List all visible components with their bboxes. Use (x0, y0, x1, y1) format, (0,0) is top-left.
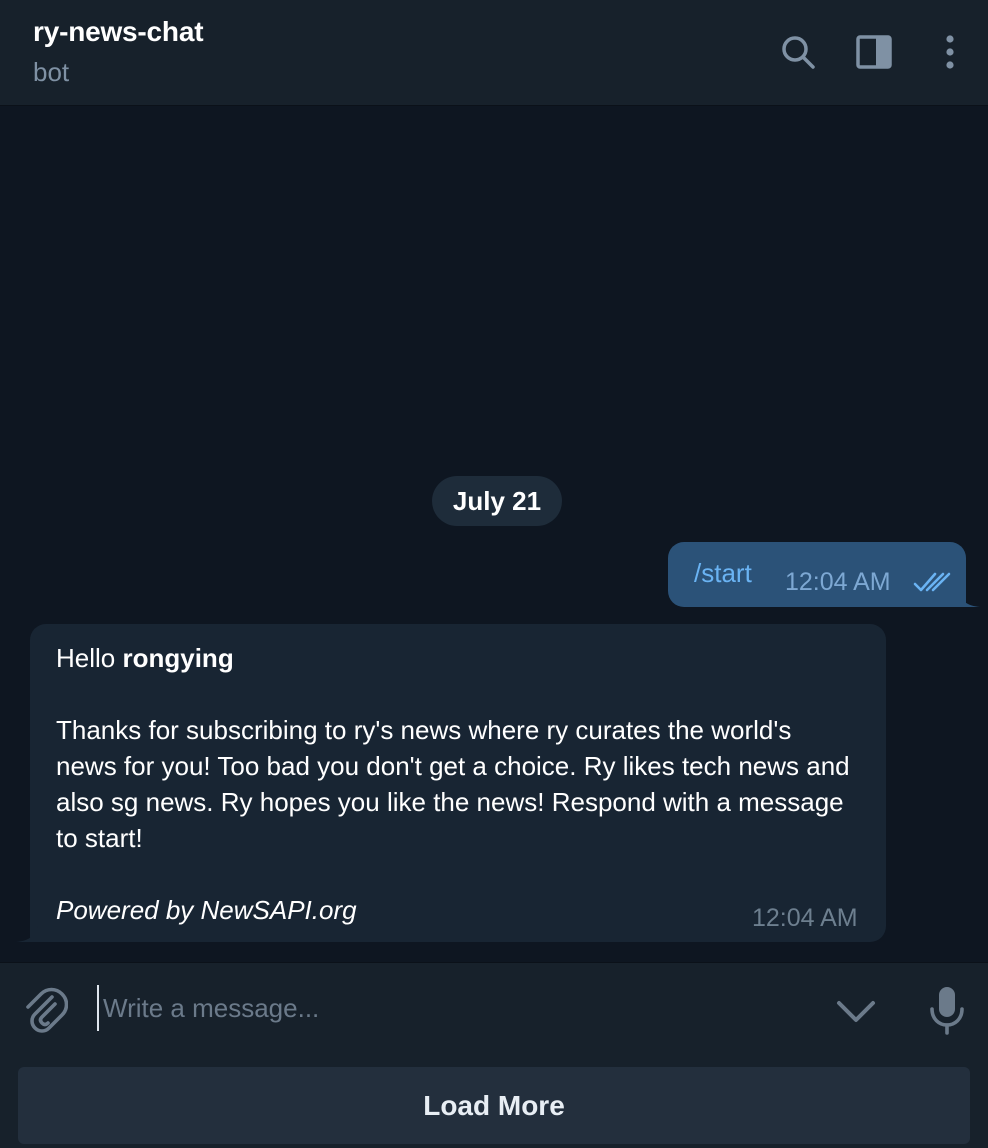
more-vertical-icon (946, 35, 954, 69)
message-composer: Load More (0, 962, 988, 1148)
powered-by-line: Powered by NewSAPI.org (56, 895, 357, 925)
more-menu-button[interactable] (930, 30, 970, 74)
outgoing-message-time: 12:04 AM (785, 568, 891, 596)
message-input[interactable] (97, 985, 797, 1031)
load-more-button[interactable]: Load More (18, 1067, 970, 1144)
incoming-message-body[interactable]: Hello rongying Thanks for subscribing to… (56, 640, 856, 928)
outgoing-message-text[interactable]: /start (694, 558, 752, 589)
date-separator: July 21 (432, 476, 562, 526)
chat-status: bot (33, 57, 70, 87)
greeting-line: Hello rongying (56, 640, 856, 676)
double-check-icon (913, 572, 951, 592)
sidebar-toggle-button[interactable] (854, 30, 894, 74)
outgoing-bubble-tail (958, 591, 980, 607)
message-list[interactable]: July 21 /start 12:04 AM Hello rongying T… (0, 107, 988, 962)
chat-header: ry-news-chat bot (0, 0, 988, 106)
sidebar-toggle-icon (856, 35, 892, 69)
incoming-message-time: 12:04 AM (752, 904, 858, 932)
search-icon (782, 36, 815, 69)
greeting-word: Hello (56, 643, 116, 673)
search-button[interactable] (778, 30, 818, 74)
microphone-icon[interactable] (925, 985, 969, 1035)
incoming-message[interactable]: Hello rongying Thanks for subscribing to… (30, 624, 886, 942)
chevron-down-icon[interactable] (834, 993, 878, 1029)
chat-title[interactable]: ry-news-chat (33, 16, 204, 48)
incoming-bubble-tail (16, 926, 38, 942)
paperclip-icon[interactable] (22, 985, 68, 1035)
outgoing-message[interactable]: /start 12:04 AM (668, 542, 966, 607)
message-paragraph: Thanks for subscribing to ry's news wher… (56, 715, 850, 853)
username: rongying (122, 643, 234, 673)
